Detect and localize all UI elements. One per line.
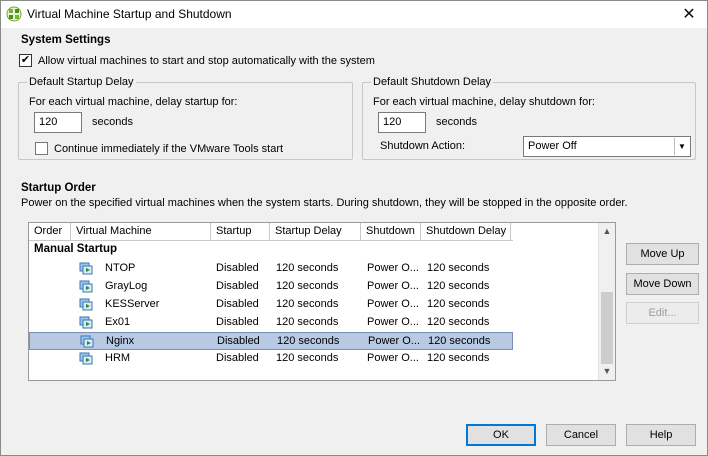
- auto-start-label: Allow virtual machines to start and stop…: [38, 55, 375, 67]
- cancel-button[interactable]: Cancel: [546, 424, 616, 446]
- column-header-startup-delay[interactable]: Startup Delay: [270, 223, 361, 241]
- shutdown-cell: Power O...: [368, 335, 420, 347]
- startup-delay-cell: 120 seconds: [276, 262, 339, 274]
- shutdown-cell: Power O...: [367, 280, 419, 292]
- continue-immediately-label: Continue immediately if the VMware Tools…: [54, 143, 284, 155]
- table-row[interactable]: KESServer Disabled 120 seconds Power O... 12…: [29, 296, 513, 314]
- scroll-down-icon[interactable]: ▼: [599, 363, 615, 380]
- virtual-machine-icon: [79, 262, 93, 275]
- startup-delay-group: Default Startup Delay For each virtual m…: [18, 76, 353, 160]
- shutdown-delay-cell: 120 seconds: [428, 335, 491, 347]
- vsphere-logo-icon: [6, 6, 22, 22]
- close-icon[interactable]: ✕: [679, 5, 699, 25]
- table-row[interactable]: Nginx Disabled 120 seconds Power O... 120 se…: [29, 332, 513, 350]
- shutdown-action-label: Shutdown Action:: [380, 140, 466, 152]
- column-header-startup[interactable]: Startup: [211, 223, 270, 241]
- column-header-shutdown-delay[interactable]: Shutdown Delay: [421, 223, 511, 241]
- startup-delay-label: For each virtual machine, delay startup …: [29, 96, 238, 108]
- startup-delay-cell: 120 seconds: [277, 335, 340, 347]
- shutdown-delay-input[interactable]: 120: [378, 112, 426, 133]
- shutdown-action-select[interactable]: Power Off ▼: [523, 136, 691, 157]
- help-button[interactable]: Help: [626, 424, 696, 446]
- startup-cell: Disabled: [216, 352, 259, 364]
- startup-delay-cell: 120 seconds: [276, 280, 339, 292]
- vm-name-cell: KESServer: [105, 298, 160, 310]
- shutdown-delay-cell: 120 seconds: [427, 280, 490, 292]
- shutdown-delay-cell: 120 seconds: [427, 262, 490, 274]
- shutdown-cell: Power O...: [367, 316, 419, 328]
- column-header-virtual-machine[interactable]: Virtual Machine: [71, 223, 211, 241]
- startup-cell: Disabled: [216, 316, 259, 328]
- virtual-machine-icon: [79, 298, 93, 311]
- startup-shutdown-dialog: Virtual Machine Startup and Shutdown ✕ S…: [0, 0, 708, 456]
- startup-cell: Disabled: [216, 298, 259, 310]
- virtual-machine-icon: [80, 335, 94, 348]
- shutdown-action-value: Power Off: [528, 140, 577, 152]
- move-down-button[interactable]: Move Down: [626, 273, 699, 295]
- table-row[interactable]: HRM Disabled 120 seconds Power O... 120 seco…: [29, 350, 513, 368]
- shutdown-delay-cell: 120 seconds: [427, 298, 490, 310]
- startup-cell: Disabled: [216, 262, 259, 274]
- continue-immediately-checkbox[interactable]: [35, 142, 48, 155]
- startup-delay-cell: 120 seconds: [276, 352, 339, 364]
- startup-order-title: Startup Order: [21, 182, 96, 194]
- startup-delay-cell: 120 seconds: [276, 316, 339, 328]
- shutdown-delay-cell: 120 seconds: [427, 352, 490, 364]
- shutdown-delay-unit: seconds: [436, 116, 477, 128]
- table-header: Order Virtual Machine Startup Startup De…: [29, 223, 513, 241]
- scroll-thumb[interactable]: [601, 292, 613, 364]
- shutdown-cell: Power O...: [367, 352, 419, 364]
- vm-name-cell: GrayLog: [105, 280, 148, 292]
- shutdown-delay-group: Default Shutdown Delay For each virtual …: [362, 76, 696, 160]
- startup-cell: Disabled: [216, 280, 259, 292]
- vm-name-cell: NTOP: [105, 262, 136, 274]
- startup-order-table[interactable]: Order Virtual Machine Startup Startup De…: [28, 222, 616, 381]
- dropdown-arrow-icon[interactable]: ▼: [674, 138, 689, 155]
- column-header-shutdown[interactable]: Shutdown: [361, 223, 421, 241]
- shutdown-delay-label: For each virtual machine, delay shutdown…: [373, 96, 595, 108]
- vertical-scrollbar[interactable]: ▲ ▼: [598, 223, 615, 380]
- system-settings-title: System Settings: [21, 34, 111, 46]
- table-row[interactable]: Ex01 Disabled 120 seconds Power O... 120 sec…: [29, 314, 513, 332]
- shutdown-delay-legend: Default Shutdown Delay: [371, 76, 494, 88]
- virtual-machine-icon: [79, 280, 93, 293]
- shutdown-cell: Power O...: [367, 262, 419, 274]
- virtual-machine-icon: [79, 316, 93, 329]
- shutdown-delay-cell: 120 seconds: [427, 316, 490, 328]
- column-header-order[interactable]: Order: [29, 223, 71, 241]
- startup-delay-legend: Default Startup Delay: [27, 76, 136, 88]
- vm-name-cell: Nginx: [106, 335, 135, 347]
- window-title: Virtual Machine Startup and Shutdown: [27, 7, 232, 21]
- shutdown-cell: Power O...: [367, 298, 419, 310]
- startup-order-description: Power on the specified virtual machines …: [21, 197, 628, 209]
- vm-name-cell: Ex01: [105, 316, 131, 328]
- virtual-machine-icon: [79, 352, 93, 365]
- startup-delay-unit: seconds: [92, 116, 133, 128]
- manual-startup-group-label: Manual Startup: [34, 243, 118, 255]
- table-row[interactable]: NTOP Disabled 120 seconds Power O... 120 sec…: [29, 260, 513, 278]
- startup-delay-cell: 120 seconds: [276, 298, 339, 310]
- startup-delay-input[interactable]: 120: [34, 112, 82, 133]
- move-up-button[interactable]: Move Up: [626, 243, 699, 265]
- vm-name-cell: HRM: [105, 352, 131, 364]
- table-row[interactable]: GrayLog Disabled 120 seconds Power O... 120 …: [29, 278, 513, 296]
- edit-button[interactable]: Edit...: [626, 302, 699, 324]
- startup-cell: Disabled: [217, 335, 260, 347]
- auto-start-checkbox[interactable]: ✔: [19, 54, 32, 67]
- ok-button[interactable]: OK: [466, 424, 536, 446]
- scroll-up-icon[interactable]: ▲: [599, 223, 615, 240]
- title-bar[interactable]: Virtual Machine Startup and Shutdown ✕: [1, 1, 707, 28]
